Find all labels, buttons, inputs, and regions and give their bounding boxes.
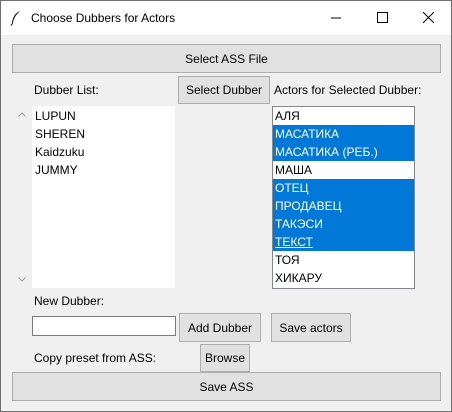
select-dubber-button[interactable]: Select Dubber: [178, 76, 270, 104]
actor-list-item[interactable]: ТАКЭСИ: [273, 215, 414, 233]
actor-list-item[interactable]: МАСАТИКА (РЕБ.): [273, 143, 414, 161]
actor-list-item[interactable]: ПРОДАВЕЦ: [273, 197, 414, 215]
app-window: Choose Dubbers for Actors Select ASS Fil…: [0, 0, 452, 412]
actors-for-selected-dubber-label: Actors for Selected Dubber:: [274, 83, 422, 97]
actor-list-item[interactable]: АЛЯ: [273, 107, 414, 125]
dubber-list-scrollbar[interactable]: [13, 106, 30, 288]
dubber-list-label: Dubber List:: [34, 83, 99, 97]
feather-icon: [10, 11, 20, 26]
actor-list-item[interactable]: ОТЕЦ: [273, 179, 414, 197]
save-actors-button[interactable]: Save actors: [271, 313, 351, 342]
maximize-icon: [376, 12, 388, 23]
save-ass-button[interactable]: Save ASS: [12, 372, 441, 401]
minimize-icon: [331, 17, 341, 18]
window-title: Choose Dubbers for Actors: [31, 11, 176, 25]
actor-list-item[interactable]: МАСАТИКА: [273, 125, 414, 143]
actor-list-item[interactable]: МАША: [273, 161, 414, 179]
dubber-list-item[interactable]: Kaidzuku: [33, 143, 174, 161]
dubber-listbox[interactable]: LUPUN SHEREN Kaidzuku JUMMY: [32, 106, 175, 288]
title-bar[interactable]: Choose Dubbers for Actors: [1, 1, 451, 35]
actor-list-item[interactable]: ХИКАРУ: [273, 269, 414, 287]
add-dubber-button[interactable]: Add Dubber: [179, 313, 261, 342]
dubber-list-item[interactable]: LUPUN: [33, 107, 174, 125]
minimize-button[interactable]: [313, 1, 359, 34]
actors-listbox[interactable]: АЛЯ МАСАТИКА МАСАТИКА (РЕБ.) МАША ОТЕЦ ПРОДАВ…: [272, 106, 415, 289]
dubber-list-item[interactable]: SHEREN: [33, 125, 174, 143]
close-button[interactable]: [405, 1, 451, 34]
maximize-button[interactable]: [359, 1, 405, 34]
close-icon: [422, 12, 434, 23]
browse-button[interactable]: Browse: [200, 344, 250, 372]
new-dubber-label: New Dubber:: [34, 294, 105, 308]
dubber-list-item[interactable]: JUMMY: [33, 161, 174, 179]
scroll-up-button[interactable]: [13, 106, 30, 123]
copy-preset-label: Copy preset from ASS:: [34, 351, 157, 365]
actor-list-item[interactable]: ТОЯ: [273, 251, 414, 269]
chevron-up-icon: [17, 112, 26, 117]
scroll-down-button[interactable]: [13, 271, 30, 288]
chevron-down-icon: [17, 277, 26, 282]
select-ass-file-button[interactable]: Select ASS File: [12, 44, 441, 73]
actor-list-item[interactable]: ТЕКСТ: [273, 233, 414, 251]
new-dubber-input[interactable]: [32, 316, 176, 336]
